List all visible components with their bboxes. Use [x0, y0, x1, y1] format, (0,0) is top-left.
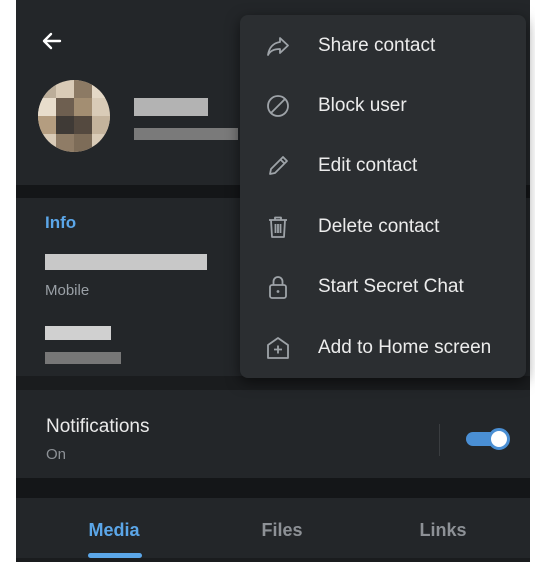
menu-item-label: Add to Home screen	[318, 337, 492, 358]
username-redacted[interactable]	[45, 326, 111, 340]
menu-item-add-to-home-screen[interactable]: Add to Home screen	[240, 318, 526, 378]
notifications-toggle[interactable]	[466, 428, 510, 450]
phone-number-redacted[interactable]	[45, 254, 207, 270]
menu-item-delete-contact[interactable]: Delete contact	[240, 197, 526, 257]
tab-links[interactable]: Links	[383, 520, 503, 541]
contact-options-menu: Share contact Block user Edit contact De…	[240, 15, 526, 378]
menu-item-share-contact[interactable]: Share contact	[240, 16, 526, 76]
menu-item-label: Start Secret Chat	[318, 276, 464, 297]
menu-item-start-secret-chat[interactable]: Start Secret Chat	[240, 257, 526, 317]
contact-name-redacted	[134, 98, 208, 116]
bottom-strip	[16, 558, 530, 562]
lock-icon	[264, 273, 292, 301]
tab-media[interactable]: Media	[54, 520, 174, 541]
add-home-icon	[264, 334, 292, 362]
notifications-title: Notifications	[46, 416, 150, 437]
username-label-redacted	[45, 352, 121, 364]
trash-icon	[264, 213, 292, 241]
phone-label: Mobile	[45, 282, 90, 299]
menu-item-block-user[interactable]: Block user	[240, 76, 526, 136]
section-divider-2	[16, 478, 530, 498]
menu-item-label: Delete contact	[318, 216, 440, 237]
share-icon	[264, 32, 292, 60]
avatar[interactable]	[38, 80, 110, 152]
tab-files[interactable]: Files	[222, 520, 342, 541]
notifications-status: On	[46, 446, 67, 463]
menu-item-edit-contact[interactable]: Edit contact	[240, 136, 526, 196]
menu-item-label: Block user	[318, 95, 407, 116]
info-section-title: Info	[45, 213, 77, 232]
arrow-left-icon	[42, 32, 62, 50]
contact-status-redacted	[134, 128, 238, 140]
pencil-icon	[264, 152, 292, 180]
toggle-knob	[488, 428, 510, 450]
back-button[interactable]	[38, 27, 66, 55]
menu-item-label: Edit contact	[318, 155, 418, 176]
notifications-separator	[439, 424, 440, 456]
menu-item-label: Share contact	[318, 35, 436, 56]
block-icon	[264, 92, 292, 120]
